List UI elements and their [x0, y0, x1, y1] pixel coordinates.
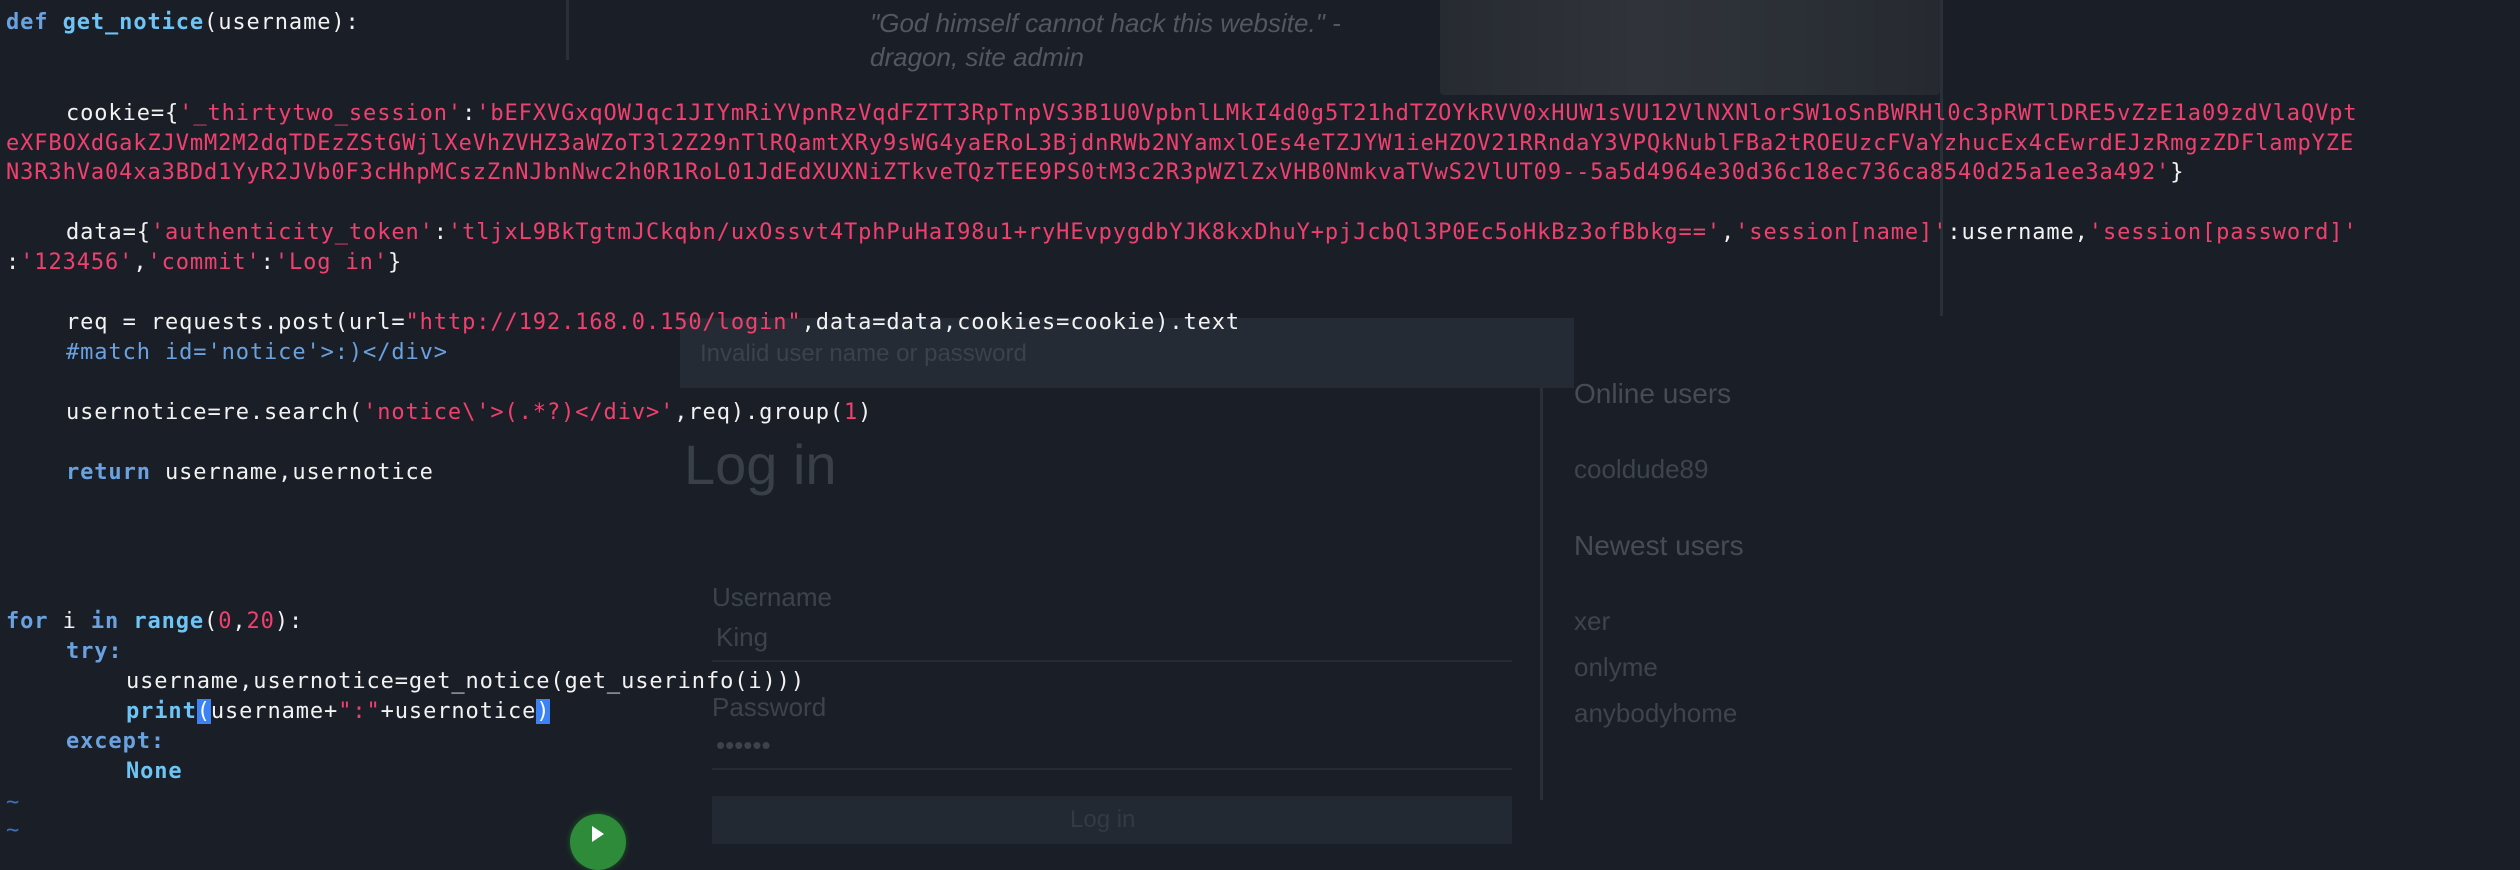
keyword-def: def — [6, 10, 49, 35]
return-values: username,usernotice — [150, 460, 434, 485]
keyword-in: in — [90, 609, 120, 634]
cookie-assign: cookie={ — [66, 101, 180, 126]
req-url: "http://192.168.0.150/login" — [405, 310, 802, 335]
code-line-assign: username,usernotice=get_notice(get_useri… — [126, 667, 805, 697]
data-value: 'tljxL9BkTgtmJCkqbn/uxOssvt4TphPuHaI98u1… — [447, 220, 1721, 245]
usernotice-close: ) — [858, 400, 873, 425]
code-line-usernotice: usernotice=re.search('notice\'>(.*?)</di… — [66, 398, 872, 428]
usernotice-args: ,req).group( — [674, 400, 845, 425]
code-line-data-wrap: :'123456','commit':'Log in'} — [6, 250, 403, 275]
cookie-colon: : — [462, 101, 477, 126]
range-open: ( — [204, 609, 219, 634]
print-args: +usernotice — [380, 699, 537, 724]
range-end: 20 — [246, 609, 275, 634]
cookie-value: 'bEFXVGxqOWJqc1JIYmRiYVpnRzVqdFZTT3RpTnp… — [476, 101, 2358, 126]
data-value: 'Log in' — [274, 250, 388, 275]
builtin-range: range — [119, 609, 205, 634]
usernotice-assign: usernotice=re.search( — [66, 400, 364, 425]
data-key: 'commit' — [147, 250, 261, 275]
empty-line-marker: ~ — [6, 790, 21, 815]
req-args: ,data=data,cookies=cookie).text — [801, 310, 1241, 335]
empty-line-marker: ~ — [6, 818, 21, 843]
code-line-req: req = requests.post(url="http://192.168.… — [66, 308, 1240, 338]
data-key: 'session[name]' — [1735, 220, 1948, 245]
keyword-try: try: — [66, 639, 123, 664]
cookie-value-wrap: eXFBOXdGakZJVmM2M2dqTDEzZStGWjlXeVhZVHZ3… — [6, 131, 2355, 156]
keyword-none: None — [126, 759, 183, 784]
code-line-except: except: — [66, 727, 165, 757]
print-args: username+ — [210, 699, 339, 724]
loop-var: i — [48, 609, 91, 634]
code-line-cookie-wrap: N3R3hVa04xa3BDd1YyR2JVb0F3cHhpMCszZnNJbn… — [6, 158, 2184, 188]
code-line-def: def get_notice(username): — [6, 8, 360, 38]
range-close: ): — [274, 609, 304, 634]
code-line-for: for i in range(0,20): — [6, 607, 303, 637]
code-comment: #match id='notice'>:)</div> — [66, 340, 448, 365]
code-line-print: print(username+":"+usernotice) — [126, 697, 551, 727]
keyword-for: for — [6, 609, 49, 634]
data-value: :username, — [1947, 220, 2089, 245]
play-button-icon[interactable] — [570, 814, 626, 870]
builtin-print: print — [126, 699, 197, 724]
text-cursor: ( — [196, 699, 211, 724]
data-assign: data={ — [66, 220, 151, 245]
function-params: (username): — [204, 10, 360, 35]
req-assign: req = requests.post(url= — [66, 310, 406, 335]
group-number: 1 — [844, 400, 859, 425]
keyword-return: return — [66, 460, 151, 485]
code-line-cookie: cookie={'_thirtytwo_session':'bEFXVGxqOW… — [66, 99, 2358, 129]
cookie-value-wrap: N3R3hVa04xa3BDd1YyR2JVb0F3cHhpMCszZnNJbn… — [6, 160, 2171, 185]
data-key: 'authenticity_token' — [150, 220, 434, 245]
data-value: '123456' — [20, 250, 134, 275]
code-line-none: None — [126, 757, 183, 787]
range-start: 0 — [218, 609, 233, 634]
matching-paren: ) — [536, 699, 551, 724]
code-line-data: data={'authenticity_token':'tljxL9BkTgtm… — [66, 220, 2358, 245]
code-line-cookie-wrap: eXFBOXdGakZJVmM2M2dqTDEzZStGWjlXeVhZVHZ3… — [6, 129, 2354, 159]
keyword-except: except: — [66, 729, 166, 754]
regex-pattern: 'notice\'>(.*?)</div>' — [363, 400, 675, 425]
assign-statement: username,usernotice=get_notice(get_useri… — [126, 669, 805, 694]
range-comma: , — [232, 609, 247, 634]
cookie-key: '_thirtytwo_session' — [179, 101, 463, 126]
code-line-return: return username,usernotice — [66, 458, 434, 488]
print-separator: ":" — [338, 699, 381, 724]
code-line-comment: #match id='notice'>:)</div> — [66, 338, 448, 368]
code-editor[interactable]: def get_notice(username): cookie={'_thir… — [0, 0, 2520, 844]
data-key: 'session[password]' — [2088, 220, 2358, 245]
function-name: get_notice — [62, 10, 205, 35]
code-line-try: try: — [66, 637, 123, 667]
cookie-close: } — [2170, 160, 2185, 185]
